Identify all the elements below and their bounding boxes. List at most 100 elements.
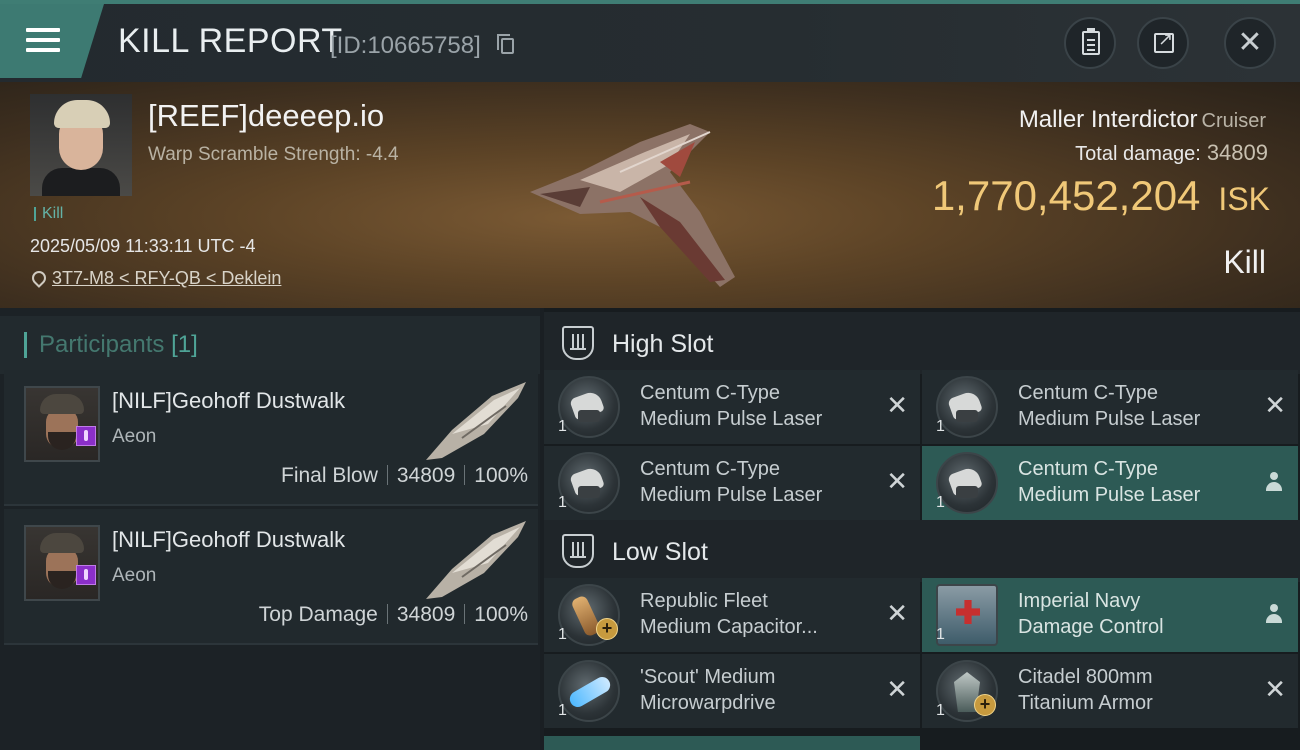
high-slot-header: High Slot bbox=[544, 312, 1300, 374]
module-item[interactable]: 1 Centum C-Type Medium Pulse Laser ✕ bbox=[922, 370, 1298, 444]
participants-header: Participants [1] bbox=[0, 316, 540, 374]
isk-unit: ISK bbox=[1218, 181, 1270, 217]
damage-control-icon bbox=[936, 584, 998, 646]
isk-value: 1,770,452,204 ISK bbox=[932, 172, 1270, 220]
participant-ship: Aeon bbox=[112, 565, 157, 586]
kill-id: [ID:10665758] bbox=[330, 32, 481, 59]
victim-ship-image bbox=[530, 124, 735, 287]
module-item[interactable]: + 1 Republic Fleet Medium Capacitor... ✕ bbox=[544, 578, 920, 652]
participant-avatar[interactable] bbox=[24, 386, 100, 462]
clipboard-button[interactable] bbox=[1064, 17, 1116, 69]
destroyed-x-icon: ✕ bbox=[886, 390, 908, 420]
module-name-line1: Centum C-Type bbox=[640, 382, 781, 404]
module-name: Centum C-Type Medium Pulse Laser bbox=[640, 380, 822, 432]
clipboard-icon bbox=[1082, 28, 1100, 55]
module-name-line1: 'Scout' Medium bbox=[640, 666, 776, 688]
pin-icon bbox=[29, 268, 49, 288]
kill-tag: Kill bbox=[34, 206, 63, 222]
participant-damage: 34809 bbox=[396, 464, 456, 487]
close-icon: ✕ bbox=[1237, 26, 1263, 59]
warp-scramble-strength: Warp Scramble Strength: -4.4 bbox=[148, 144, 399, 165]
module-item[interactable]: 1 Centum C-Type Medium Pulse Laser ✕ bbox=[544, 446, 920, 520]
corp-badge-icon bbox=[76, 426, 96, 446]
module-name: Centum C-Type Medium Pulse Laser bbox=[640, 456, 822, 508]
participant-role: Final Blow bbox=[281, 464, 378, 487]
module-quantity: 1 bbox=[558, 702, 567, 719]
victim-portrait[interactable] bbox=[30, 94, 132, 196]
export-button[interactable] bbox=[1137, 17, 1189, 69]
module-quantity: 1 bbox=[936, 626, 945, 643]
module-name: Centum C-Type Medium Pulse Laser bbox=[1018, 456, 1200, 508]
pulse-laser-icon bbox=[936, 376, 998, 438]
high-slot-label: High Slot bbox=[612, 330, 714, 358]
victim-banner: [REEF]deeeep.io Warp Scramble Strength: … bbox=[0, 82, 1300, 308]
pulse-laser-icon bbox=[936, 452, 998, 514]
module-quantity: 1 bbox=[558, 626, 567, 643]
victim-ship-type[interactable]: Maller Interdictor Cruiser bbox=[1019, 106, 1266, 134]
top-accent-line bbox=[0, 0, 1300, 4]
participant-row[interactable]: [NILF]Geohoff Dustwalk Aeon Final Blow 34… bbox=[4, 370, 538, 506]
dropped-person-icon bbox=[1266, 472, 1282, 492]
module-quantity: 1 bbox=[558, 494, 567, 511]
module-name-line2: Medium Pulse Laser bbox=[1018, 484, 1201, 506]
module-item[interactable]: 1 Imperial Navy Damage Control bbox=[922, 578, 1298, 652]
participant-avatar[interactable] bbox=[24, 525, 100, 601]
pulse-laser-icon bbox=[558, 376, 620, 438]
module-name: 'Scout' Medium Microwarpdrive bbox=[640, 664, 776, 716]
participant-ship-image bbox=[426, 521, 526, 599]
destroyed-x-icon: ✕ bbox=[1264, 390, 1286, 420]
module-quantity: 1 bbox=[558, 418, 567, 435]
module-name-line2: Titanium Armor bbox=[1018, 692, 1153, 714]
dropped-person-icon bbox=[1266, 604, 1282, 624]
export-icon bbox=[1154, 29, 1174, 53]
location-text[interactable]: 3T7-M8 < RFY-QB < Deklein bbox=[52, 268, 281, 288]
module-item[interactable]: + 1 Citadel 800mm Titanium Armor ✕ bbox=[922, 654, 1298, 728]
module-quantity: 1 bbox=[936, 418, 945, 435]
destroyed-x-icon: ✕ bbox=[886, 674, 908, 704]
module-name: Imperial Navy Damage Control bbox=[1018, 588, 1164, 640]
victim-name[interactable]: [REEF]deeeep.io bbox=[148, 98, 384, 134]
participants-count: [1] bbox=[171, 331, 198, 358]
copy-icon[interactable] bbox=[497, 34, 514, 54]
ship-name[interactable]: Maller Interdictor bbox=[1019, 106, 1198, 133]
destroyed-x-icon: ✕ bbox=[886, 466, 908, 496]
module-name-line2: Medium Pulse Laser bbox=[640, 484, 823, 506]
module-name-line1: Centum C-Type bbox=[1018, 458, 1159, 480]
module-name-line1: Centum C-Type bbox=[640, 458, 781, 480]
isk-amount: 1,770,452,204 bbox=[931, 172, 1201, 219]
menu-button[interactable] bbox=[0, 4, 104, 78]
module-name-line1: Republic Fleet bbox=[640, 590, 768, 612]
low-slot-icon bbox=[562, 534, 594, 568]
participants-label: Participants [1] bbox=[24, 332, 198, 358]
close-button[interactable]: ✕ bbox=[1224, 17, 1276, 69]
participant-name[interactable]: [NILF]Geohoff Dustwalk bbox=[112, 527, 345, 553]
module-name-line1: Citadel 800mm bbox=[1018, 666, 1153, 688]
module-quantity: 1 bbox=[936, 702, 945, 719]
low-slot-label: Low Slot bbox=[612, 538, 708, 566]
high-slot-icon bbox=[562, 326, 594, 360]
total-damage: Total damage: 34809 bbox=[1075, 140, 1268, 166]
module-name-line2: Medium Capacitor... bbox=[640, 616, 818, 638]
module-name: Centum C-Type Medium Pulse Laser bbox=[1018, 380, 1200, 432]
destroyed-x-icon: ✕ bbox=[886, 598, 908, 628]
module-name-line1: Imperial Navy bbox=[1018, 590, 1141, 612]
module-item[interactable]: 1 'Scout' Medium Microwarpdrive ✕ bbox=[544, 654, 920, 728]
kill-location-link[interactable]: 3T7-M8 < RFY-QB < Deklein bbox=[29, 268, 281, 289]
low-slot-header: Low Slot bbox=[544, 520, 1300, 582]
total-damage-value: 34809 bbox=[1206, 140, 1268, 165]
participant-ship-image bbox=[426, 382, 526, 460]
module-item-partial[interactable] bbox=[544, 736, 920, 750]
total-damage-label: Total damage: bbox=[1075, 143, 1201, 165]
module-name-line2: Medium Pulse Laser bbox=[640, 408, 823, 430]
module-name: Citadel 800mm Titanium Armor bbox=[1018, 664, 1153, 716]
participant-row[interactable]: [NILF]Geohoff Dustwalk Aeon Top Damage 34… bbox=[4, 509, 538, 645]
module-item[interactable]: 1 Centum C-Type Medium Pulse Laser bbox=[922, 446, 1298, 520]
kill-result: Kill bbox=[1223, 244, 1266, 280]
page-title: KILL REPORT bbox=[118, 22, 343, 60]
participant-name[interactable]: [NILF]Geohoff Dustwalk bbox=[112, 388, 345, 414]
participant-ship: Aeon bbox=[112, 426, 157, 447]
module-name: Republic Fleet Medium Capacitor... bbox=[640, 588, 818, 640]
microwarpdrive-icon bbox=[558, 660, 620, 722]
plus-icon: + bbox=[596, 618, 618, 640]
module-item[interactable]: 1 Centum C-Type Medium Pulse Laser ✕ bbox=[544, 370, 920, 444]
